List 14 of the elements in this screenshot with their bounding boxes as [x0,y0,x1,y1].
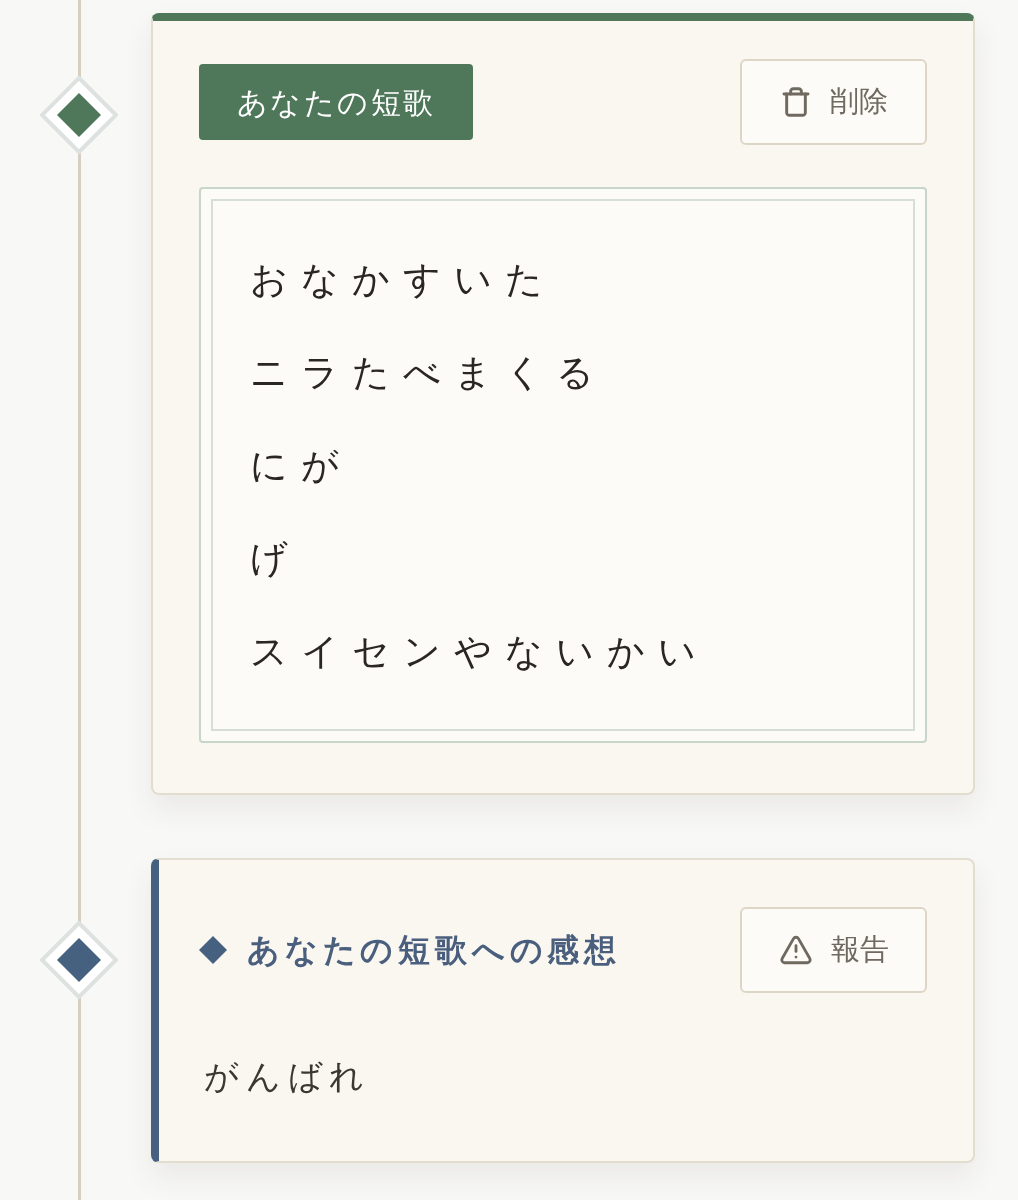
poem-line: スイセンやないかい [250,629,709,675]
poem-line: にが [250,443,352,489]
warning-icon [778,933,813,967]
comment-heading: あなたの短歌への感想 [247,930,621,971]
section-tag: あなたの短歌 [199,64,474,140]
delete-button[interactable]: 削除 [740,59,927,145]
poem-line: おなかすいた [250,257,556,303]
poem-line: ニラたべまくる [250,350,607,396]
report-button[interactable]: 報告 [740,907,927,993]
poem-line: げ [250,536,301,582]
diamond-icon [199,936,227,964]
timeline-marker-icon [40,921,118,999]
timeline-marker-icon [40,76,118,154]
comment-text: がんばれ [203,1055,373,1097]
